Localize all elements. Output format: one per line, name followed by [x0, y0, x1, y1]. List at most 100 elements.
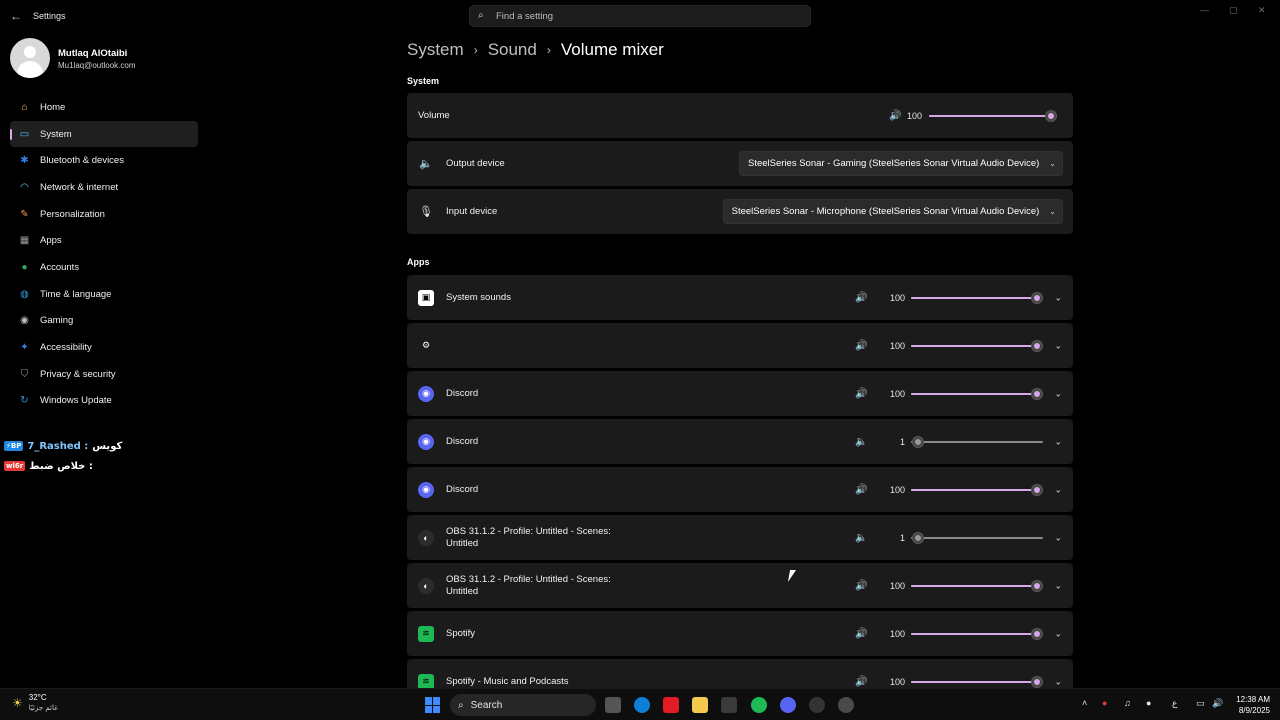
- speaker-low-icon[interactable]: 🔈: [855, 436, 867, 447]
- microphone-icon[interactable]: ●: [1146, 698, 1151, 708]
- discord-icon: ◉: [418, 433, 434, 450]
- settings-gear-icon[interactable]: [838, 697, 854, 713]
- slider-thumb[interactable]: [1031, 627, 1043, 640]
- app-volume-slider[interactable]: [911, 387, 1043, 400]
- minimize-button[interactable]: —: [1200, 5, 1209, 15]
- speaker-icon[interactable]: 🔊: [855, 676, 867, 687]
- app-name: Discord: [446, 483, 479, 495]
- breadcrumb-separator: ›: [546, 43, 551, 57]
- speaker-icon[interactable]: 🔊: [855, 580, 867, 591]
- back-arrow-icon[interactable]: ←: [10, 9, 24, 23]
- sidebar-item-bluetooth-devices[interactable]: ✱ Bluetooth & devices: [10, 147, 198, 174]
- app-volume-value: 1: [899, 436, 905, 447]
- store-icon[interactable]: [721, 697, 737, 713]
- tray-app-icon[interactable]: ●: [1102, 698, 1107, 708]
- app-volume-slider[interactable]: [911, 675, 1043, 688]
- speaker-icon[interactable]: 🔊: [855, 388, 867, 399]
- chevron-down-icon[interactable]: ⌄: [1054, 676, 1062, 687]
- weather-icon: ☀: [12, 696, 23, 710]
- search-input[interactable]: [496, 9, 796, 24]
- chevron-down-icon[interactable]: ⌄: [1054, 580, 1062, 591]
- globe-icon: ◍: [20, 288, 29, 300]
- weather-widget[interactable]: ☀ 32°C غائم جزئيًا: [12, 693, 58, 713]
- tray-overflow-icon[interactable]: ˄: [1082, 698, 1087, 708]
- sidebar-item-apps[interactable]: ▦ Apps: [10, 227, 198, 254]
- chevron-down-icon[interactable]: ⌄: [1054, 628, 1062, 639]
- slider-thumb[interactable]: [912, 531, 925, 544]
- input-device-value: SteelSeries Sonar - Microphone (SteelSer…: [731, 206, 1040, 217]
- app-volume-slider[interactable]: [911, 339, 1043, 352]
- headset-icon[interactable]: ♫: [1124, 698, 1131, 708]
- slider-thumb[interactable]: [1031, 675, 1043, 688]
- sidebar-item-network-internet[interactable]: ◠ Network & internet: [10, 174, 198, 201]
- slider-thumb[interactable]: [1031, 483, 1043, 496]
- speaker-icon[interactable]: 🔊: [855, 292, 867, 303]
- speaker-icon[interactable]: 🔊: [855, 484, 867, 495]
- speaker-icon[interactable]: 🔊: [855, 340, 867, 351]
- slider-thumb[interactable]: [1031, 579, 1043, 592]
- speaker-low-icon[interactable]: 🔈: [855, 532, 867, 543]
- chevron-down-icon[interactable]: ⌄: [1054, 340, 1062, 351]
- maximize-button[interactable]: ▢: [1229, 5, 1238, 16]
- chevron-down-icon[interactable]: ⌄: [1054, 388, 1062, 399]
- network-icon[interactable]: ▭: [1196, 698, 1205, 709]
- app-volume-slider[interactable]: [911, 291, 1043, 304]
- file-explorer-icon[interactable]: [692, 697, 708, 713]
- slider-thumb[interactable]: [1031, 339, 1043, 352]
- close-button[interactable]: ✕: [1258, 5, 1266, 16]
- sidebar-item-accounts[interactable]: ● Accounts: [10, 254, 198, 281]
- app-volume-row: ◉ Discord 🔈 1 ⌄: [407, 419, 1073, 464]
- app-volume-slider[interactable]: [911, 579, 1043, 592]
- amd-icon[interactable]: [663, 697, 679, 713]
- input-device-dropdown[interactable]: SteelSeries Sonar - Microphone (SteelSer…: [722, 199, 1063, 224]
- app-volume-value: 100: [889, 676, 905, 687]
- sidebar-item-accessibility[interactable]: ✦ Accessibility: [10, 334, 198, 361]
- app-name: Spotify: [446, 627, 476, 639]
- language-icon[interactable]: ع: [1172, 698, 1177, 709]
- app-volume-slider[interactable]: [911, 627, 1043, 640]
- start-button[interactable]: [425, 697, 441, 713]
- breadcrumb-system[interactable]: System: [407, 40, 464, 60]
- sidebar-item-home[interactable]: ⌂ Home: [10, 94, 198, 121]
- obs-icon[interactable]: [809, 697, 825, 713]
- chevron-down-icon[interactable]: ⌄: [1054, 484, 1062, 495]
- app-volume-row: ◐ OBS 31.1.2 - Profile: Untitled - Scenes…: [407, 563, 1073, 608]
- output-device-dropdown[interactable]: SteelSeries Sonar - Gaming (SteelSeries …: [738, 151, 1063, 176]
- section-heading-system: System: [407, 76, 440, 86]
- breadcrumb-sound[interactable]: Sound: [488, 40, 537, 60]
- settings-search[interactable]: ⌕: [469, 5, 811, 27]
- edge-icon[interactable]: [634, 697, 650, 713]
- slider-thumb[interactable]: [1031, 291, 1043, 304]
- taskbar-search[interactable]: ⌕ Search: [450, 694, 596, 716]
- discord-icon: ◉: [418, 481, 434, 498]
- speaker-icon[interactable]: 🔊: [855, 628, 867, 639]
- app-volume-slider[interactable]: [911, 483, 1043, 496]
- slider-thumb[interactable]: [912, 435, 925, 448]
- chevron-down-icon[interactable]: ⌄: [1054, 532, 1062, 543]
- clock[interactable]: 12:38 AM 8/9/2025: [1222, 694, 1270, 716]
- brush-icon: ✎: [20, 208, 29, 220]
- sidebar-item-gaming[interactable]: ◉ Gaming: [10, 308, 198, 335]
- slider-thumb[interactable]: [1045, 109, 1057, 122]
- sidebar-item-system[interactable]: ▭ System: [10, 120, 198, 148]
- sidebar-item-time-language[interactable]: ◍ Time & language: [10, 281, 198, 308]
- task-view-icon[interactable]: [605, 697, 621, 713]
- sidebar-item-label: Privacy & security: [40, 368, 116, 380]
- sidebar-item-windows-update[interactable]: ↻ Windows Update: [10, 388, 198, 415]
- sidebar-item-personalization[interactable]: ✎ Personalization: [10, 201, 198, 228]
- sidebar-item-privacy-security[interactable]: ⛉ Privacy & security: [10, 361, 198, 388]
- user-profile[interactable]: Mutlaq AlOtaibi Mu1laq@outlook.com: [10, 38, 210, 78]
- slider-thumb[interactable]: [1031, 387, 1043, 400]
- app-volume-value: 100: [889, 340, 905, 351]
- profile-name: Mutlaq AlOtaibi: [58, 48, 128, 59]
- master-volume-slider[interactable]: [929, 109, 1057, 122]
- discord-icon[interactable]: [780, 697, 796, 713]
- chevron-down-icon[interactable]: ⌄: [1054, 436, 1062, 447]
- speaker-icon[interactable]: 🔊: [889, 110, 901, 121]
- app-volume-value: 1: [899, 532, 905, 543]
- spotify-icon[interactable]: [751, 697, 767, 713]
- chevron-down-icon[interactable]: ⌄: [1054, 292, 1062, 303]
- app-volume-slider[interactable]: [911, 531, 1043, 544]
- app-volume-slider[interactable]: [911, 435, 1043, 448]
- speaker-icon: 🔈: [419, 158, 433, 170]
